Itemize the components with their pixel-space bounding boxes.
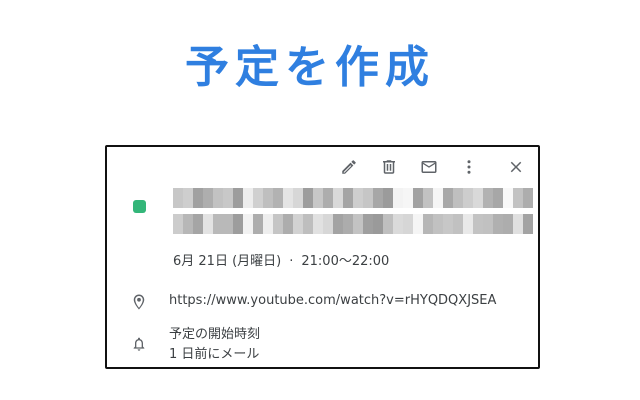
event-location-url[interactable]: https://www.youtube.com/watch?v=rHYQDQXJ…: [169, 293, 496, 308]
page-heading: 予定を作成: [185, 42, 435, 93]
event-title-redacted: [173, 188, 533, 244]
location-icon-wrap: [129, 292, 149, 312]
delete-button[interactable]: [376, 155, 402, 179]
event-detail-card: 6月 21日 (月曜日) · 21:00〜22:00 https://www.you…: [105, 145, 540, 369]
page: 予定を作成 6月 21日 (月曜日) · 21:00〜22:00 https:/…: [0, 0, 640, 400]
email-icon: [421, 161, 437, 173]
event-date-time: 6月 21日 (月曜日) · 21:00〜22:00: [173, 250, 389, 269]
reminder-icon-wrap: [129, 334, 149, 354]
edit-button[interactable]: [336, 155, 362, 179]
location-pin-icon: [133, 294, 145, 310]
close-button[interactable]: [503, 155, 529, 179]
reminder-detail: 1 日前にメール: [169, 347, 260, 362]
event-color-chip: [133, 200, 146, 213]
event-time: 21:00〜22:00: [301, 254, 390, 269]
event-reminder: 予定の開始時刻 1 日前にメール: [169, 325, 260, 365]
date-time-separator: ·: [289, 254, 294, 269]
reminder-title: 予定の開始時刻: [169, 327, 261, 342]
event-date: 6月 21日 (月曜日): [173, 254, 282, 269]
more-vert-icon: [467, 160, 471, 174]
more-options-button[interactable]: [456, 155, 482, 179]
event-toolbar: [332, 155, 532, 179]
delete-icon: [383, 160, 395, 174]
bell-icon: [133, 337, 145, 351]
email-guests-button[interactable]: [416, 155, 442, 179]
edit-icon: [342, 160, 356, 174]
close-icon: [510, 161, 522, 173]
